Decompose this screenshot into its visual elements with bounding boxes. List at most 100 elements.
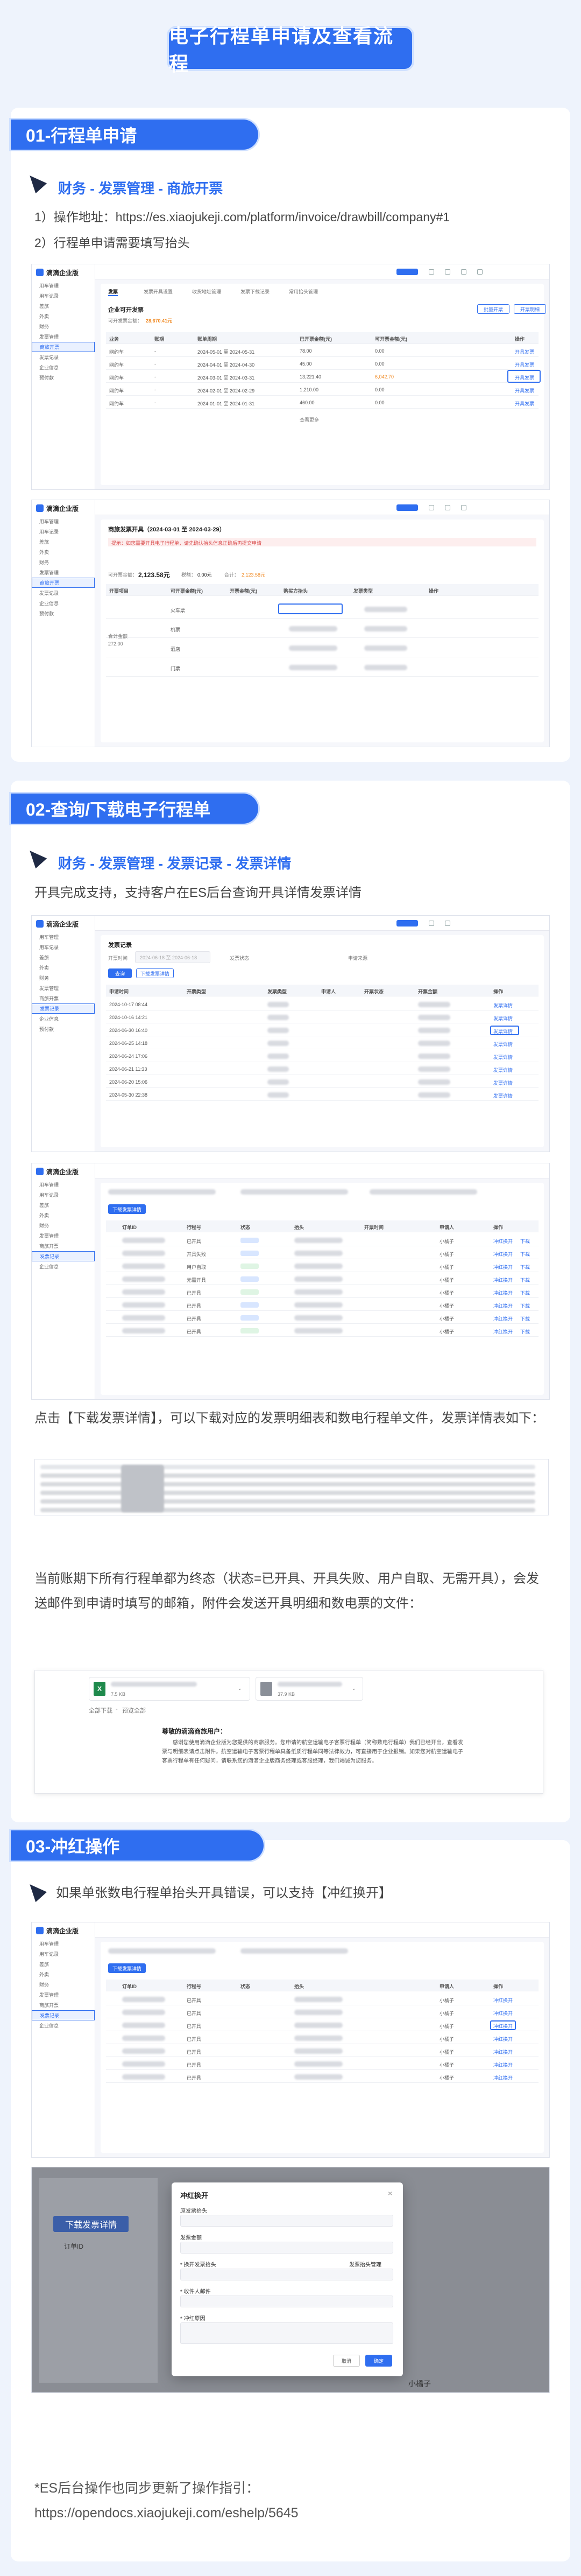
screenshot-red-flush-modal: 下载发票详情 订单ID 小橘子 冲红换开 × 原发票抬头 发票金额 * 换开发票… [31, 2167, 550, 2393]
mock-sidebar-item[interactable]: 用车管理 [32, 1939, 95, 1949]
mock-download-detail-button[interactable]: 下载发票详情 [108, 1204, 146, 1214]
cancel-button[interactable]: 取消 [333, 2355, 360, 2367]
mock-sidebar-item-active[interactable]: 发票记录 [32, 1251, 95, 1261]
mock-sidebar-item-active[interactable]: 商旅开票 [32, 342, 95, 352]
mock-sidebar-item[interactable]: 用车管理 [32, 932, 95, 942]
mock-sidebar-item[interactable]: 预付款 [32, 608, 95, 619]
mock-download-detail-button[interactable]: 下载发票详情 [108, 1963, 146, 1973]
mock-sidebar-item[interactable]: 用车记录 [32, 291, 95, 301]
mock-icon[interactable] [445, 505, 450, 510]
mock-sidebar-item[interactable]: 发票记录 [32, 352, 95, 362]
preview-all-link[interactable]: 预览全部 [122, 1706, 146, 1715]
mock-sidebar-item[interactable]: 差旅 [32, 537, 95, 547]
highlight-box [507, 370, 541, 383]
mock-batch-button[interactable]: 批量开票 [477, 304, 509, 314]
mock-sidebar-item[interactable]: 预付款 [32, 1024, 95, 1034]
mock-sidebar-item[interactable]: 企业信息 [32, 1014, 95, 1024]
mock-sidebar-item[interactable]: 外卖 [32, 1969, 95, 1980]
mock-sidebar-item-active[interactable]: 商旅开票 [32, 578, 95, 588]
mock-panel-title: 企业可开发票 [108, 307, 144, 313]
mock-tab[interactable]: 收货地址管理 [192, 288, 221, 295]
mock-icon[interactable] [445, 921, 450, 926]
mock-sidebar-item[interactable]: 差旅 [32, 952, 95, 963]
reason-field[interactable] [180, 2322, 393, 2344]
mock-sidebar-item[interactable]: 企业信息 [32, 598, 95, 608]
mock-icon[interactable] [429, 505, 434, 510]
mock-sidebar-item[interactable]: 用车管理 [32, 280, 95, 291]
mock-sidebar-item[interactable]: 用车记录 [32, 527, 95, 537]
mock-sidebar-item[interactable]: 外卖 [32, 1210, 95, 1220]
mock-tab[interactable]: 发票开具设置 [144, 288, 173, 295]
chevron-down-icon[interactable]: ⌄ [238, 1686, 242, 1691]
mock-sidebar-item[interactable]: 商旅开票 [32, 2000, 95, 2010]
mock-sidebar-item[interactable]: 用车管理 [32, 516, 95, 527]
mock-sidebar-item[interactable]: 外卖 [32, 963, 95, 973]
brand-logo-icon [36, 1927, 44, 1934]
spreadsheet-preview [34, 1459, 549, 1515]
mock-date-range[interactable]: 2024-06-18 至 2024-06-18 [135, 951, 210, 963]
mock-icon[interactable] [461, 269, 466, 275]
mock-sidebar-item[interactable]: 发票管理 [32, 567, 95, 578]
mock-icon[interactable] [445, 269, 450, 275]
mock-sidebar-item[interactable]: 发票记录 [32, 588, 95, 598]
close-icon[interactable]: × [388, 2189, 392, 2198]
mock-sidebar-item[interactable]: 用车管理 [32, 1180, 95, 1190]
mock-sidebar-item[interactable]: 差旅 [32, 301, 95, 311]
mock-sidebar-item-active[interactable]: 发票记录 [32, 1003, 95, 1014]
mock-sidebar-item[interactable]: 用车记录 [32, 1190, 95, 1200]
mock-query-button[interactable]: 查询 [108, 968, 132, 978]
mock-icon[interactable] [477, 269, 483, 275]
mock-sidebar-item[interactable]: 预付款 [32, 373, 95, 383]
table-row: 门票 [106, 658, 539, 677]
mock-sidebar-item[interactable]: 财务 [32, 1220, 95, 1231]
attachment-zip[interactable]: 37.9 KB ⌄ [256, 1677, 363, 1701]
mock-sidebar-item-active[interactable]: 发票记录 [32, 2010, 95, 2020]
mock-sidebar-item[interactable]: 差旅 [32, 1959, 95, 1969]
mock-table-header: 业务 账期 账单周期 已开票金额(元) 可开票金额(元) 操作 [106, 332, 539, 344]
new-title-select[interactable] [180, 2269, 393, 2280]
mock-sidebar-item[interactable]: 发票管理 [32, 1231, 95, 1241]
mock-table-header: 开票项目 可开票金额(元) 开票金额(元) 购买方抬头 发票类型 操作 [106, 584, 539, 596]
mock-sidebar-item[interactable]: 财务 [32, 973, 95, 983]
table-row: 已开具 小橘子 冲红换开 [106, 1994, 539, 2005]
mock-sidebar-item[interactable]: 企业信息 [32, 1261, 95, 1272]
mock-sidebar-item[interactable]: 外卖 [32, 311, 95, 321]
mock-icon[interactable] [429, 921, 434, 926]
mock-tab[interactable]: 常用抬头管理 [289, 288, 318, 295]
mock-sidebar-item[interactable]: 企业信息 [32, 362, 95, 373]
mock-more-link[interactable]: 查看更多 [300, 416, 319, 423]
footer-link[interactable]: https://opendocs.xiaojukeji.com/eshelp/5… [34, 2501, 299, 2525]
email-field[interactable] [180, 2296, 393, 2307]
mock-sidebar-item[interactable]: 发票管理 [32, 1990, 95, 2000]
mock-tab[interactable]: 发票 [108, 288, 118, 296]
mock-icon[interactable] [461, 505, 466, 510]
mock-sidebar-item[interactable]: 商旅开票 [32, 1241, 95, 1251]
mock-sidebar-item[interactable]: 商旅开票 [32, 993, 95, 1003]
table-row: 已开具 小橘子 冲红换开 下载 [106, 1312, 539, 1324]
mock-sidebar-item[interactable]: 差旅 [32, 1200, 95, 1210]
download-all-link[interactable]: 全部下载 [89, 1706, 112, 1715]
mock-sidebar-item[interactable]: 财务 [32, 1980, 95, 1990]
mock-main: 商旅发票开具（2024-03-01 至 2024-03-29） 提示：如您需要开… [101, 520, 544, 742]
mock-icon[interactable] [429, 269, 434, 275]
section-1-heading: 01-行程单申请 [11, 120, 258, 150]
table-row: 无需开具 小橘子 冲红换开 下载 [106, 1273, 539, 1285]
mock-sidebar-item[interactable]: 财务 [32, 321, 95, 332]
mock-sidebar-item[interactable]: 发票管理 [32, 983, 95, 993]
attachment-xlsx[interactable]: X 7.5 KB ⌄ [89, 1677, 250, 1701]
brand-logo-icon [36, 269, 44, 276]
brand-logo-icon [36, 1168, 44, 1175]
mock-sidebar-item[interactable]: 企业信息 [32, 2020, 95, 2031]
confirm-button[interactable]: 确定 [365, 2355, 392, 2367]
mock-detail-button[interactable]: 开票明细 [514, 304, 546, 314]
mock-sidebar-item[interactable]: 用车记录 [32, 942, 95, 952]
mock-sidebar-item[interactable]: 外卖 [32, 547, 95, 557]
mock-sidebar-item[interactable]: 发票管理 [32, 332, 95, 342]
mock-download-button[interactable]: 下载发票详情 [136, 968, 174, 978]
mock-sidebar-item[interactable]: 财务 [32, 557, 95, 567]
mock-sidebar-item[interactable]: 用车记录 [32, 1949, 95, 1959]
mock-tab[interactable]: 发票下载记录 [240, 288, 270, 295]
chevron-down-icon[interactable]: ⌄ [352, 1686, 356, 1691]
title-manage-link[interactable]: 发票抬头管理 [349, 2260, 381, 2268]
email-body: 感谢您使用滴滴企业版为您提供的商旅服务。您申请的航空运输电子客票行程单（简称数电… [162, 1740, 463, 1764]
